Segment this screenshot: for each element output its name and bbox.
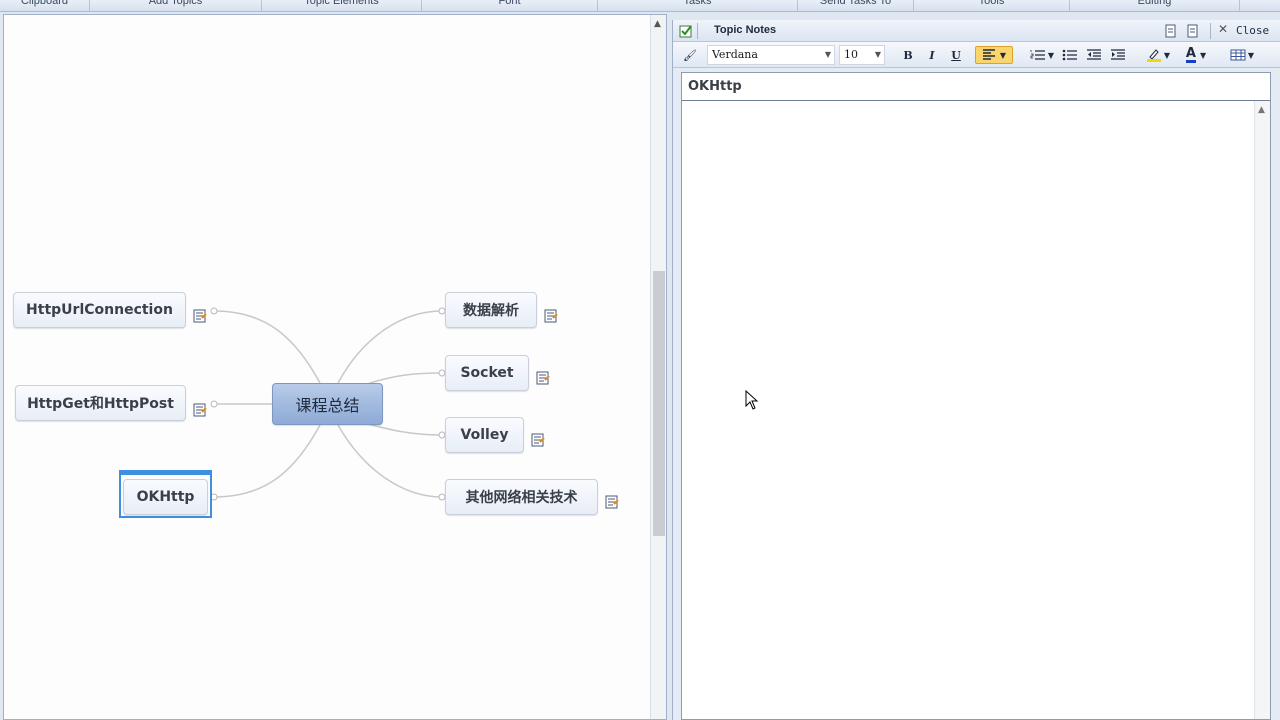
chevron-down-icon: ▼ bbox=[1247, 50, 1255, 60]
mouse-cursor-icon bbox=[745, 390, 759, 410]
chevron-down-icon: ▼ bbox=[1199, 50, 1207, 60]
align-left-button[interactable]: ▼ bbox=[975, 46, 1013, 64]
highlight-button[interactable]: ▼ bbox=[1141, 46, 1175, 64]
bullet-list-icon bbox=[1062, 49, 1077, 61]
title-separator bbox=[1210, 23, 1211, 39]
ribbon: Clipboard Add Topics Topic Elements Font… bbox=[0, 0, 1280, 12]
ribbon-group-tasks[interactable]: Tasks bbox=[598, 0, 798, 11]
selection-handle-bar[interactable] bbox=[119, 470, 212, 475]
notes-editor[interactable]: OKHttp ▲ bbox=[681, 72, 1271, 720]
map-canvas[interactable]: 课程总结 HttpUrlConnection HttpGet和HttpPost … bbox=[3, 14, 667, 720]
topic-socket[interactable]: Socket bbox=[445, 355, 529, 391]
scroll-up-icon[interactable]: ▲ bbox=[654, 19, 661, 29]
chevron-down-icon: ▼ bbox=[824, 50, 831, 59]
font-family-select[interactable]: Verdana ▼ bbox=[707, 45, 835, 65]
table-icon bbox=[1230, 49, 1246, 61]
close-icon[interactable]: ✕ bbox=[1218, 22, 1228, 36]
connector-data-parsing bbox=[337, 310, 443, 384]
ribbon-group-editing[interactable]: Editing bbox=[1070, 0, 1240, 11]
font-size-select[interactable]: 10 ▼ bbox=[839, 45, 885, 65]
note-icon[interactable] bbox=[544, 309, 558, 323]
chevron-down-icon: ▼ bbox=[999, 50, 1007, 60]
font-size-value: 10 bbox=[844, 48, 858, 61]
connector-lines bbox=[210, 307, 446, 501]
notes-title: Topic Notes bbox=[714, 24, 777, 36]
connector-other-tech bbox=[337, 424, 443, 498]
ribbon-group-add-topics[interactable]: Add Topics bbox=[90, 0, 262, 11]
note-icon[interactable] bbox=[193, 309, 207, 323]
topic-data-parsing[interactable]: 数据解析 bbox=[445, 292, 537, 328]
close-button[interactable]: Close bbox=[1236, 24, 1269, 37]
highlighter-icon bbox=[1146, 49, 1161, 62]
topic-httpurlconnection[interactable]: HttpUrlConnection bbox=[13, 292, 186, 328]
central-topic[interactable]: 课程总结 bbox=[272, 383, 383, 425]
chevron-down-icon: ▼ bbox=[1047, 50, 1055, 60]
increase-indent-button[interactable] bbox=[1109, 46, 1127, 64]
topic-httpget-httppost[interactable]: HttpGet和HttpPost bbox=[15, 385, 186, 421]
ribbon-group-topic-elements[interactable]: Topic Elements bbox=[262, 0, 422, 11]
ribbon-group-tools[interactable]: Tools bbox=[914, 0, 1070, 11]
indent-icon bbox=[1111, 49, 1125, 60]
note-icon[interactable] bbox=[193, 403, 207, 417]
note-icon[interactable] bbox=[605, 495, 619, 509]
underline-button[interactable]: U bbox=[947, 46, 965, 64]
notes-vertical-scrollbar[interactable]: ▲ bbox=[1254, 101, 1270, 719]
numbered-list-icon bbox=[1030, 50, 1045, 60]
decrease-indent-button[interactable] bbox=[1085, 46, 1103, 64]
topic-volley[interactable]: Volley bbox=[445, 417, 524, 453]
chevron-down-icon: ▼ bbox=[1163, 50, 1171, 60]
export-notes-icon[interactable] bbox=[1186, 24, 1200, 38]
chevron-down-icon: ▼ bbox=[874, 50, 881, 59]
font-color-icon: A bbox=[1185, 45, 1196, 63]
note-icon[interactable] bbox=[531, 433, 545, 447]
connector-okhttp bbox=[213, 424, 321, 498]
format-painter-icon[interactable]: 🖌 bbox=[681, 46, 699, 64]
map-vertical-scrollbar[interactable]: ▲ bbox=[650, 15, 666, 719]
connector-dot bbox=[210, 307, 218, 315]
scroll-up-icon[interactable]: ▲ bbox=[1258, 105, 1265, 115]
connector-httpurlconnection bbox=[213, 310, 321, 384]
scrollbar-thumb[interactable] bbox=[653, 271, 665, 536]
topic-okhttp[interactable]: OKHttp bbox=[123, 479, 208, 515]
topic-notes-pane: Topic Notes ✕ Close 🖌 Verdana ▼ 10 ▼ B I U… bbox=[672, 20, 1280, 720]
bold-button[interactable]: B bbox=[899, 46, 917, 64]
outdent-icon bbox=[1087, 49, 1101, 60]
ribbon-group-font[interactable]: Font bbox=[422, 0, 598, 11]
italic-button[interactable]: I bbox=[923, 46, 941, 64]
notes-topic-heading: OKHttp bbox=[682, 73, 1270, 101]
topic-other-network-tech[interactable]: 其他网络相关技术 bbox=[445, 479, 598, 515]
import-notes-icon[interactable] bbox=[1164, 24, 1178, 38]
notes-format-toolbar: 🖌 Verdana ▼ 10 ▼ B I U ▼ ▼ ▼ A ▼ ▼ bbox=[673, 42, 1280, 68]
font-color-button[interactable]: A ▼ bbox=[1179, 46, 1213, 64]
insert-table-button[interactable]: ▼ bbox=[1225, 46, 1259, 64]
connector-dot bbox=[210, 400, 218, 408]
note-icon[interactable] bbox=[536, 371, 550, 385]
title-separator bbox=[697, 23, 698, 39]
bullet-list-button[interactable] bbox=[1061, 46, 1079, 64]
notes-title-bar: Topic Notes ✕ Close bbox=[673, 20, 1280, 42]
align-left-icon bbox=[982, 49, 995, 60]
numbered-list-button[interactable]: ▼ bbox=[1025, 46, 1059, 64]
ribbon-group-clipboard[interactable]: Clipboard bbox=[0, 0, 90, 11]
ribbon-group-send-tasks-to[interactable]: Send Tasks To bbox=[798, 0, 914, 11]
font-family-value: Verdana bbox=[712, 48, 758, 61]
notes-pane-icon bbox=[679, 25, 692, 38]
